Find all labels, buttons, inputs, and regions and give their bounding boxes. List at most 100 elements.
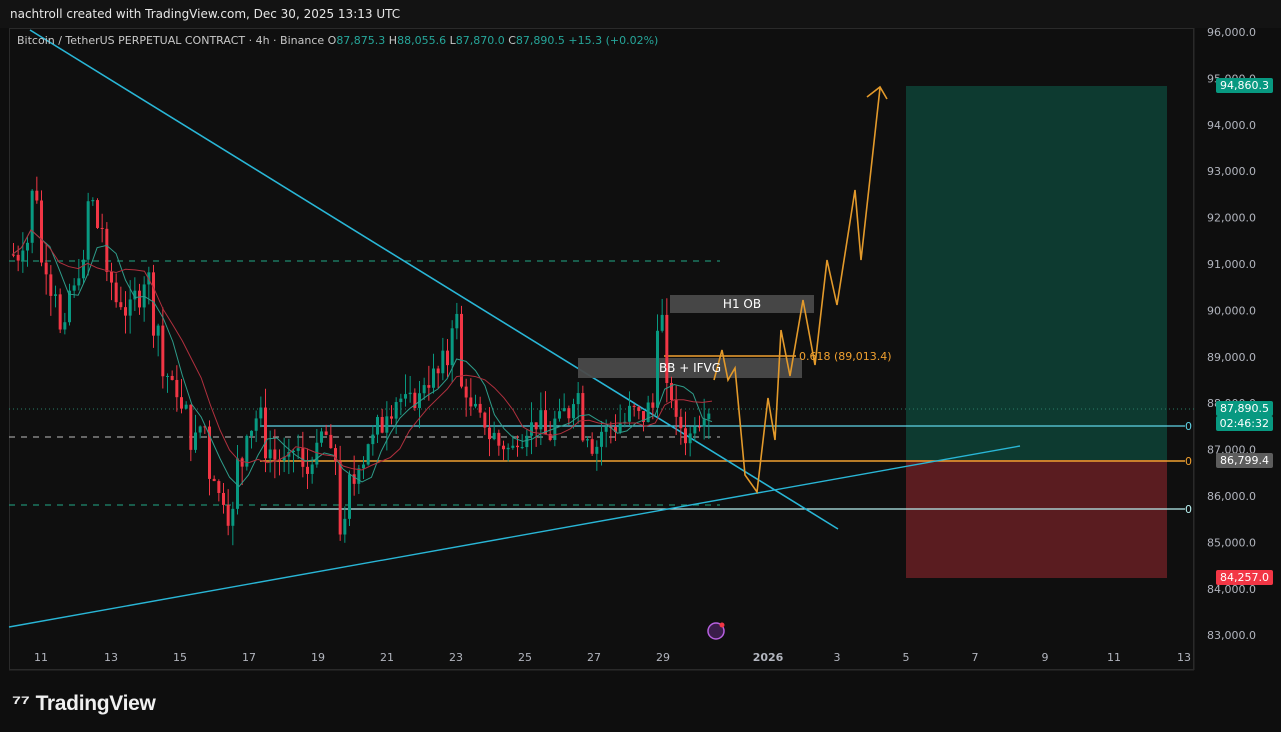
candle-body — [618, 422, 622, 432]
candle-body — [110, 271, 113, 283]
candle-body — [264, 407, 267, 459]
candle-body — [329, 434, 333, 449]
candle-body — [432, 368, 435, 388]
candle-body — [96, 200, 99, 228]
time-tick: 11 — [1107, 651, 1121, 664]
candle-body — [212, 478, 216, 482]
candle-body — [474, 403, 477, 407]
candle-body — [478, 403, 482, 413]
candle-body — [306, 466, 309, 474]
projection-arrowhead — [866, 85, 888, 100]
candle-body — [138, 290, 141, 308]
candle-body — [320, 431, 323, 443]
candle-body — [254, 418, 258, 431]
candle-body — [124, 307, 127, 316]
candle-body — [488, 427, 491, 440]
candle-body — [217, 481, 221, 493]
candle-body — [707, 413, 711, 420]
candle-body — [68, 290, 71, 323]
stop-price-label: 84,257.0 — [1216, 570, 1273, 585]
footer — [0, 672, 1281, 732]
open-value: 87,875.3 — [336, 34, 386, 47]
time-tick: 5 — [903, 651, 910, 664]
candle-body — [268, 449, 272, 459]
candle-body — [30, 190, 34, 243]
tradingview-logo[interactable]: ⁷⁷ TradingView — [12, 690, 156, 716]
candle-body — [595, 446, 599, 454]
time-tick: 17 — [242, 651, 256, 664]
time-tick: 13 — [104, 651, 118, 664]
candle-body — [684, 428, 687, 444]
candle-body — [660, 314, 664, 331]
candle-body — [175, 379, 179, 398]
candle-body — [441, 350, 445, 374]
candle-body — [572, 404, 575, 419]
candle-body — [194, 432, 197, 450]
time-tick: 19 — [311, 651, 325, 664]
candle-body — [698, 426, 701, 428]
descending-trendline — [29, 29, 839, 530]
time-tick: 25 — [518, 651, 532, 664]
candle-body — [511, 445, 515, 448]
candle-body — [362, 464, 365, 469]
candle-body — [35, 190, 39, 201]
projection-path — [713, 87, 881, 495]
candle-body — [226, 504, 230, 526]
candle-body — [679, 416, 683, 429]
candle-body — [380, 416, 384, 433]
time-tick: 9 — [1042, 651, 1049, 664]
price-tick: 93,000.0 — [1207, 165, 1256, 178]
symbol-name[interactable]: Bitcoin / TetherUS PERPETUAL CONTRACT · … — [17, 34, 324, 47]
time-tick: 13 — [1177, 651, 1191, 664]
candle-body — [492, 432, 496, 440]
tv-icon: ⁷⁷ — [12, 690, 30, 715]
candle-body — [469, 397, 473, 407]
candle-body — [497, 432, 501, 446]
price-tick: 94,000.0 — [1207, 119, 1256, 132]
change-value: +15.3 (+0.02%) — [568, 34, 659, 47]
time-tick: 21 — [380, 651, 394, 664]
candle-body — [562, 408, 566, 412]
candle-body — [544, 410, 547, 434]
candle-body — [166, 375, 169, 377]
candle-body — [632, 405, 636, 408]
candle-body — [674, 400, 678, 417]
candle-body — [348, 474, 351, 519]
candle-body — [114, 282, 118, 303]
countdown-label: 02:46:32 — [1215, 416, 1273, 431]
candle-body — [534, 422, 538, 430]
level-zero-label: 0 — [1185, 420, 1192, 433]
open-label: O — [327, 34, 337, 47]
candle-body — [464, 386, 468, 398]
candle-body — [525, 435, 529, 448]
high-label: H — [388, 34, 398, 47]
candle-body — [576, 393, 580, 405]
candle-body — [357, 468, 361, 484]
time-tick: 15 — [173, 651, 187, 664]
candle-body — [408, 392, 412, 395]
candle-body — [21, 250, 25, 261]
candle-body — [520, 447, 524, 449]
bb-ifvg-label: BB + IFVG — [659, 361, 721, 375]
candle-body — [63, 322, 67, 330]
candle-body — [189, 404, 193, 450]
candle-body — [77, 278, 81, 286]
candle-body — [352, 474, 356, 484]
price-tick: 86,000.0 — [1207, 490, 1256, 503]
candle-body — [324, 431, 328, 435]
candle-body — [86, 201, 90, 260]
candle-body — [105, 228, 109, 272]
candle-body — [49, 274, 53, 296]
chart-canvas[interactable]: H1 OB BB + IFVG 0.618 (89,013.4) 0 0 0 96,000.… — [0, 0, 1281, 672]
price-tick: 89,000.0 — [1207, 351, 1256, 364]
candle-body — [502, 445, 505, 450]
candle-body — [343, 518, 347, 535]
h1-ob-label: H1 OB — [723, 297, 761, 311]
candle-body — [161, 325, 165, 377]
level-zero-label: 0 — [1185, 503, 1192, 516]
candle-body — [604, 426, 608, 432]
candle-body — [100, 227, 104, 229]
candle-body — [222, 492, 225, 505]
candle-body — [506, 447, 510, 450]
candle-body — [259, 407, 263, 419]
